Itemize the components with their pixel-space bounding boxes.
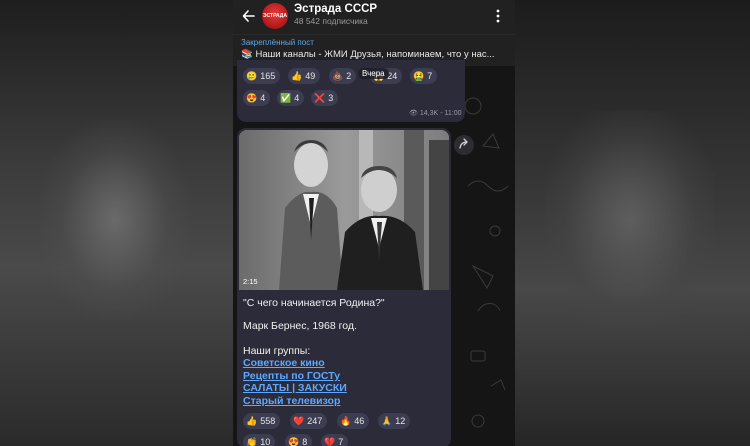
eye-icon: 👁 [409, 110, 418, 117]
more-options-icon[interactable] [495, 8, 501, 24]
reaction-chip[interactable]: ✅ 4 [277, 90, 305, 106]
reaction-emoji: 🥲 [246, 70, 258, 81]
avatar-logo-text: ЭСТРАДА [263, 13, 287, 19]
reaction-emoji: 😍 [246, 92, 258, 103]
reaction-chip[interactable]: ❤️ 247 [290, 413, 328, 429]
reaction-chip[interactable]: 👏 10 [243, 434, 276, 446]
reaction-chip[interactable]: 👍 49 [288, 68, 321, 84]
reaction-count: 247 [307, 416, 323, 426]
pinned-text: 📚 Наши каналы - ЖМИ Друзья, напоминаем, … [241, 49, 495, 60]
reaction-chip[interactable]: ❌ 3 [311, 90, 339, 106]
blurred-background-right [515, 0, 750, 446]
channel-name[interactable]: Эстрада СССР [294, 3, 377, 15]
link-old-tv[interactable]: Старый телевизор [243, 395, 340, 407]
back-arrow-icon[interactable] [241, 8, 257, 24]
link-salads-snacks[interactable]: САЛАТЫ | ЗАКУСКИ [243, 382, 347, 394]
post-time: 11:00 [444, 109, 462, 117]
date-tooltip: Вчера [358, 68, 389, 79]
reaction-emoji: 🙏 [381, 415, 393, 426]
reaction-count: 165 [260, 71, 276, 81]
chat-header: ЭСТРАДА Эстрада СССР 48 542 подписчика [233, 0, 515, 34]
views-value: 14,3K [419, 109, 439, 117]
channel-avatar[interactable]: ЭСТРАДА [262, 3, 288, 29]
reaction-chip[interactable]: 👍 558 [243, 413, 281, 429]
subscriber-count: 48 542 подписчика [294, 16, 368, 26]
reaction-count: 24 [387, 71, 398, 81]
reaction-emoji: 👍 [291, 70, 303, 81]
video-duration: 2:15 [243, 277, 258, 286]
reaction-count: 3 [328, 93, 334, 103]
reaction-chip[interactable]: 🤮 7 [410, 68, 438, 84]
reaction-emoji: ❤️ [293, 415, 305, 426]
reaction-count: 7 [338, 437, 344, 446]
reaction-chip[interactable]: 🥲 165 [243, 68, 281, 84]
separator: - [440, 109, 443, 117]
reaction-chip[interactable]: 😍 8 [285, 434, 313, 446]
reaction-chip[interactable]: 🔥 46 [337, 413, 370, 429]
groups-label: Наши группы: [243, 345, 311, 357]
link-gost-recipes[interactable]: Рецепты по ГОСТу [243, 370, 340, 382]
reaction-chip[interactable]: 💩 2 [329, 68, 357, 84]
reaction-count: 10 [260, 437, 271, 446]
phone-screen: ЭСТРАДА Эстрада СССР 48 542 подписчика З… [233, 0, 515, 446]
reaction-emoji: 😍 [288, 436, 300, 446]
view-count: 👁 14,3K - 11:00 [409, 109, 462, 118]
reaction-emoji: 🤮 [413, 70, 425, 81]
reaction-emoji: 💔 [324, 436, 336, 446]
reaction-chip[interactable]: 💔 7 [321, 434, 349, 446]
link-soviet-cinema[interactable]: Советское кино [243, 357, 325, 369]
reaction-emoji: 👏 [246, 436, 258, 446]
reaction-count: 49 [305, 71, 316, 81]
reaction-count: 558 [260, 416, 276, 426]
share-icon[interactable] [454, 135, 474, 155]
reaction-chip[interactable]: 😍 4 [243, 90, 271, 106]
reaction-count: 46 [354, 416, 365, 426]
reaction-count: 8 [302, 437, 308, 446]
blurred-background-left [0, 0, 233, 446]
video-thumbnail[interactable] [239, 130, 449, 290]
reaction-emoji: 💩 [332, 70, 344, 81]
reaction-count: 2 [346, 71, 352, 81]
reaction-count: 4 [294, 93, 300, 103]
reaction-chip[interactable]: 🙏 12 [378, 413, 411, 429]
pinned-label: Закреплённый пост [241, 38, 314, 47]
reaction-emoji: ✅ [280, 92, 292, 103]
video-frame [239, 130, 449, 290]
reaction-emoji: ❌ [314, 92, 326, 103]
post-title: "С чего начинается Родина?" [243, 297, 385, 309]
reaction-count: 4 [260, 93, 266, 103]
reaction-emoji: 🔥 [340, 415, 352, 426]
reaction-count: 12 [395, 416, 406, 426]
reaction-count: 7 [427, 71, 433, 81]
post-caption: Марк Бернес, 1968 год. [243, 320, 357, 332]
reaction-emoji: 👍 [246, 415, 258, 426]
